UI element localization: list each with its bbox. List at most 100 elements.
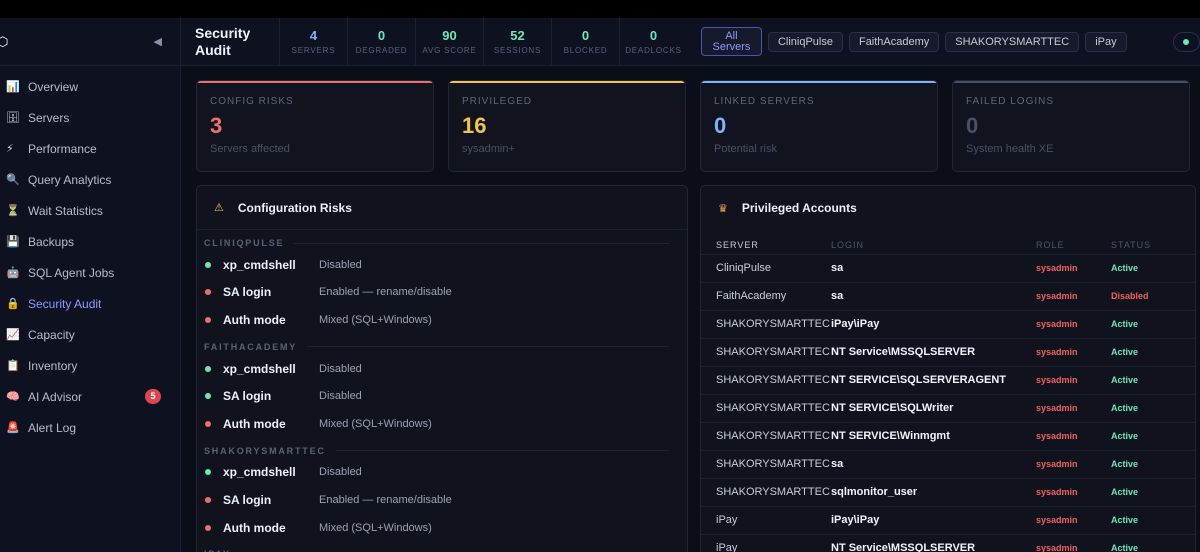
cell-server: SHAKORYSMARTTEC bbox=[701, 477, 831, 506]
group-divider bbox=[294, 242, 669, 244]
stat-sessions: 52 SESSIONS bbox=[483, 18, 551, 65]
risk-row: SA login Enabled — rename/disable bbox=[197, 486, 687, 514]
filter-server-ipay[interactable]: iPay bbox=[1085, 31, 1127, 52]
configuration-risks-panel: ⚠ Configuration Risks CLINIQPULSE xp_cmds… bbox=[196, 185, 688, 552]
cell-status: Active bbox=[1106, 477, 1195, 506]
risk-setting-name: xp_cmdshell bbox=[223, 465, 296, 480]
column-header-role[interactable]: ROLE bbox=[1031, 230, 1106, 254]
sidebar-item-backups[interactable]: 💾 Backups bbox=[0, 226, 180, 257]
inventory-icon: 📋 bbox=[6, 360, 20, 372]
connection-indicator[interactable] bbox=[1172, 31, 1200, 52]
risk-group-server: SHAKORYSMARTTEC bbox=[204, 445, 326, 456]
cell-login: iPay\iPay bbox=[831, 309, 1031, 338]
table-row[interactable]: iPay iPay\iPay sysadmin Active bbox=[701, 505, 1195, 534]
column-header-login[interactable]: LOGIN bbox=[831, 230, 1031, 254]
card-privileged: PRIVILEGED 16 sysadmin+ bbox=[448, 80, 686, 172]
sidebar-item-label: Performance bbox=[28, 141, 97, 156]
sidebar-item-security-audit[interactable]: 🔒 Security Audit bbox=[0, 288, 180, 319]
risk-groups: CLINIQPULSE xp_cmdshell Disabled SA login En… bbox=[197, 235, 687, 552]
card-accent-bar bbox=[449, 81, 685, 83]
card-value: 0 bbox=[966, 113, 979, 138]
card-title: CONFIG RISKS bbox=[210, 96, 294, 107]
card-accent-bar bbox=[953, 81, 1189, 83]
cell-role: sysadmin bbox=[1031, 393, 1106, 422]
stats-strip: 4 SERVERS 0 DEGRADED 90 AVG SCORE 52 SESSIONS 0 B… bbox=[279, 18, 687, 65]
risk-setting-name: Auth mode bbox=[223, 520, 286, 535]
risk-row: SA login Enabled — rename/disable bbox=[197, 279, 687, 307]
risk-row: xp_cmdshell Disabled bbox=[197, 355, 687, 383]
cell-login: sa bbox=[831, 253, 1031, 282]
risk-setting-name: SA login bbox=[223, 492, 272, 507]
sidebar-item-capacity[interactable]: 📈 Capacity bbox=[0, 319, 180, 350]
sidebar-item-servers[interactable]: 🗄 Servers bbox=[0, 102, 180, 133]
warning-icon: ⚠ bbox=[214, 202, 224, 214]
sidebar-item-performance[interactable]: ⚡ Performance bbox=[0, 133, 180, 164]
cell-server: SHAKORYSMARTTEC bbox=[701, 393, 831, 422]
risk-group-header: SHAKORYSMARTTEC bbox=[197, 443, 687, 459]
risk-row: SA login Disabled bbox=[197, 382, 687, 410]
column-header-server[interactable]: SERVER bbox=[701, 230, 831, 254]
sidebar-item-wait-statistics[interactable]: ⏳ Wait Statistics bbox=[0, 195, 180, 226]
cell-role: sysadmin bbox=[1031, 337, 1106, 366]
risk-group-header: CLINIQPULSE bbox=[197, 235, 687, 251]
card-value: 16 bbox=[462, 113, 487, 138]
table-row[interactable]: SHAKORYSMARTTEC NT SERVICE\SQLWriter sysad… bbox=[701, 393, 1195, 422]
cell-login: NT Service\MSSQLSERVER bbox=[831, 337, 1031, 366]
table-row[interactable]: SHAKORYSMARTTEC sqlmonitor_user sysadmin Ac… bbox=[701, 477, 1195, 506]
filter-server-faithacademy[interactable]: FaithAcademy bbox=[848, 31, 940, 52]
risk-row: Auth mode Mixed (SQL+Windows) bbox=[197, 306, 687, 334]
sidebar-item-sql-agent-jobs[interactable]: 🤖 SQL Agent Jobs bbox=[0, 257, 180, 288]
cell-login: NT SERVICE\SQLSERVERAGENT bbox=[831, 365, 1031, 394]
risk-status-dot-icon bbox=[205, 524, 211, 531]
security-audit-icon: 🔒 bbox=[6, 298, 20, 310]
sidebar-item-ai-advisor[interactable]: 🧠 AI Advisor 5 bbox=[0, 381, 180, 412]
table-row[interactable]: SHAKORYSMARTTEC NT SERVICE\SQLSERVERAGENT… bbox=[701, 365, 1195, 394]
sidebar-nav: 📊 Overview 🗄 Servers ⚡ Performance 🔍 Query Anal… bbox=[0, 66, 180, 443]
cell-login: NT SERVICE\SQLWriter bbox=[831, 393, 1031, 422]
table-header-row: SERVER LOGIN ROLE STATUS bbox=[701, 230, 1195, 254]
card-failed-logins: FAILED LOGINS 0 System health XE bbox=[952, 80, 1190, 172]
risk-row: Auth mode Mixed (SQL+Windows) bbox=[197, 514, 687, 542]
cell-login: sqlmonitor_user bbox=[831, 477, 1031, 506]
ok-status-dot-icon bbox=[205, 469, 211, 476]
filter-server-cliniqpulse[interactable]: CliniqPulse bbox=[767, 31, 843, 52]
cell-server: SHAKORYSMARTTEC bbox=[701, 449, 831, 478]
risk-status-dot-icon bbox=[205, 420, 211, 427]
cell-server: iPay bbox=[701, 505, 831, 534]
sidebar-item-query-analytics[interactable]: 🔍 Query Analytics bbox=[0, 164, 180, 195]
table-row[interactable]: iPay NT Service\MSSQLSERVER sysadmin Active bbox=[701, 533, 1195, 552]
privileged-accounts-table: SERVER LOGIN ROLE STATUS CliniqPulse sa sy… bbox=[701, 230, 1195, 552]
risk-row: xp_cmdshell Disabled bbox=[197, 251, 687, 279]
table-row[interactable]: SHAKORYSMARTTEC NT Service\MSSQLSERVER sys… bbox=[701, 337, 1195, 366]
sidebar-item-inventory[interactable]: 📋 Inventory bbox=[0, 350, 180, 381]
cell-login: iPay\iPay bbox=[831, 505, 1031, 534]
table-row[interactable]: SHAKORYSMARTTEC sa sysadmin Active bbox=[701, 449, 1195, 478]
table-row[interactable]: SHAKORYSMARTTEC NT SERVICE\Winmgmt sysadmi… bbox=[701, 421, 1195, 450]
filter-server-shakorysmarttec[interactable]: SHAKORYSMARTTEC bbox=[945, 31, 1080, 52]
collapse-sidebar-icon[interactable]: ◀ bbox=[154, 35, 162, 48]
privileged-accounts-header: ♛ Privileged Accounts bbox=[701, 186, 1195, 230]
cell-server: SHAKORYSMARTTEC bbox=[701, 365, 831, 394]
query-analytics-icon: 🔍 bbox=[6, 174, 20, 186]
sql-agent-jobs-icon: 🤖 bbox=[6, 267, 20, 279]
column-header-status[interactable]: STATUS bbox=[1106, 230, 1195, 254]
sidebar-item-overview[interactable]: 📊 Overview bbox=[0, 71, 180, 102]
cell-role: sysadmin bbox=[1031, 449, 1106, 478]
stat-label: DEADLOCKS bbox=[625, 45, 682, 55]
risk-setting-value: Disabled bbox=[319, 390, 362, 403]
sidebar-item-label: Query Analytics bbox=[28, 172, 112, 187]
sidebar-item-alert-log[interactable]: 🚨 Alert Log bbox=[0, 412, 180, 443]
stat-deadlocks: 0 DEADLOCKS bbox=[619, 18, 687, 65]
stat-label: DEGRADED bbox=[355, 45, 408, 55]
cell-status: Active bbox=[1106, 253, 1195, 282]
filter-all-servers[interactable]: All Servers bbox=[701, 27, 762, 56]
table-row[interactable]: CliniqPulse sa sysadmin Active bbox=[701, 253, 1195, 282]
table-row[interactable]: FaithAcademy sa sysadmin Disabled bbox=[701, 281, 1195, 310]
notification-badge: 5 bbox=[145, 389, 161, 404]
cell-server: SHAKORYSMARTTEC bbox=[701, 309, 831, 338]
table-row[interactable]: SHAKORYSMARTTEC iPay\iPay sysadmin Active bbox=[701, 309, 1195, 338]
cell-status: Active bbox=[1106, 365, 1195, 394]
cell-server: FaithAcademy bbox=[701, 281, 831, 310]
card-accent-bar bbox=[197, 81, 433, 83]
stat-value: 0 bbox=[581, 27, 590, 43]
